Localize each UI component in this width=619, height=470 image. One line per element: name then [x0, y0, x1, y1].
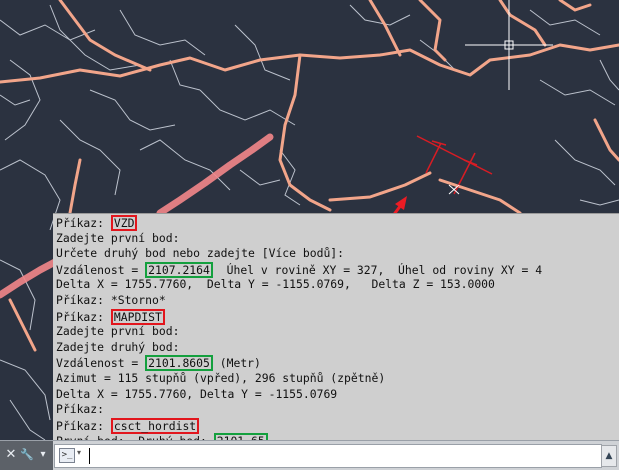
- history-line: Delta X = 1755.7760, Delta Y = -1155.076…: [56, 387, 619, 403]
- command-history: Příkaz: VZD Zadejte první bod: Určete druh…: [53, 213, 619, 440]
- history-line: První bod: Druhý bod: 2101.65: [56, 433, 619, 440]
- history-text: Zadejte první bod:: [56, 230, 180, 245]
- history-text: Příkaz:: [56, 402, 105, 417]
- history-line: Příkaz: VZD: [56, 215, 619, 231]
- history-text: Vzdálenost =: [56, 356, 146, 371]
- history-scroll-up-icon[interactable]: ▲: [601, 445, 617, 467]
- menu-chevron-icon[interactable]: ▾: [36, 447, 50, 463]
- history-text: Zadejte druhý bod:: [56, 339, 180, 354]
- history-text: Delta X = 1755.7760, Delta Y = -1155.076…: [56, 386, 338, 401]
- close-icon[interactable]: ✕: [4, 447, 18, 463]
- history-line: Zadejte druhý bod:: [56, 340, 619, 356]
- command-line-bar: ✕ 🔧 ▾ >_ ▾ ▲: [0, 440, 619, 470]
- history-text: (Metr): [212, 356, 261, 371]
- history-line: Příkaz:: [56, 402, 619, 418]
- history-line: Vzdálenost = 2101.8605 (Metr): [56, 355, 619, 372]
- history-text: Příkaz:: [56, 216, 111, 230]
- history-text: Azimut = 115 stupňů (vpřed), 296 stupňů …: [56, 370, 386, 385]
- history-line: Vzdálenost = 2107.2164 Úhel v rovině XY …: [56, 261, 619, 278]
- command-name-highlight: csct_hordist: [110, 417, 200, 434]
- text-caret: [89, 448, 90, 464]
- history-text: Vzdálenost =: [56, 262, 146, 277]
- history-line: Příkaz: *Storno*: [56, 293, 619, 309]
- distance-value-highlight: 2101.65: [213, 433, 268, 440]
- history-line: Azimut = 115 stupňů (vpřed), 296 stupňů …: [56, 371, 619, 387]
- history-line: Delta X = 1755.7760, Delta Y = -1155.076…: [56, 277, 619, 293]
- history-line: Příkaz: csct_hordist: [56, 417, 619, 434]
- command-line-tools: ✕ 🔧 ▾: [0, 441, 53, 470]
- history-line: Zadejte první bod:: [56, 231, 619, 247]
- history-text: Příkaz: *Storno*: [56, 292, 166, 307]
- distance-value-highlight: 2101.8605: [145, 355, 213, 372]
- history-text: Určete druhý bod nebo zadejte [Více bodů…: [56, 246, 345, 261]
- history-text: Příkaz:: [56, 418, 111, 433]
- command-name-highlight: MAPDIST: [110, 308, 165, 325]
- history-text: Delta X = 1755.7760, Delta Y = -1155.076…: [56, 277, 495, 292]
- history-line: Určete druhý bod nebo zadejte [Více bodů…: [56, 246, 619, 262]
- command-prompt-icon[interactable]: >_: [59, 448, 75, 463]
- distance-value-highlight: 2107.2164: [145, 261, 213, 278]
- recent-commands-chevron-icon[interactable]: ▾: [77, 448, 81, 457]
- history-line: Zadejte první bod:: [56, 324, 619, 340]
- command-name-highlight: VZD: [110, 215, 138, 231]
- command-input[interactable]: [91, 447, 595, 467]
- history-text: Příkaz:: [56, 309, 111, 324]
- history-line: Příkaz: MAPDIST: [56, 308, 619, 325]
- command-input-box[interactable]: >_ ▾: [54, 444, 602, 468]
- settings-icon[interactable]: 🔧: [20, 447, 34, 463]
- history-text: Zadejte první bod:: [56, 324, 180, 339]
- history-text: Úhel v rovině XY = 327, Úhel od roviny X…: [212, 262, 543, 277]
